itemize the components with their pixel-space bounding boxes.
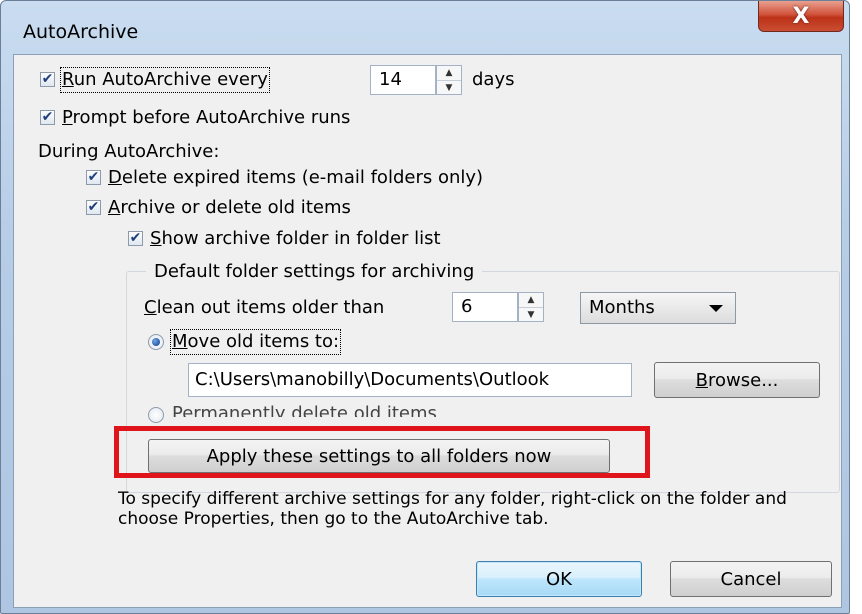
chevron-down-icon[interactable] bbox=[709, 305, 723, 312]
clean-out-unit-select[interactable]: Months bbox=[580, 292, 736, 324]
spin-down-icon[interactable]: ▼ bbox=[519, 307, 543, 322]
close-icon: X bbox=[792, 3, 810, 29]
delete-expired-label[interactable]: Delete expired items (e-mail folders onl… bbox=[108, 167, 483, 189]
group-title: Default folder settings for archiving bbox=[146, 261, 483, 283]
dialog-client-area: ✔ Run AutoArchive every 14 ▲ ▼ days ✔ Pr… bbox=[13, 54, 842, 608]
dialog-title: AutoArchive bbox=[23, 21, 139, 43]
permanently-delete-label[interactable]: Permanently delete old items bbox=[172, 403, 437, 417]
archive-old-checkbox[interactable]: ✔ bbox=[86, 200, 101, 215]
spin-up-icon[interactable]: ▲ bbox=[437, 66, 461, 80]
prompt-before-label[interactable]: Prompt before AutoArchive runs bbox=[62, 107, 350, 129]
spin-up-icon[interactable]: ▲ bbox=[519, 293, 543, 307]
clean-out-label: Clean out items older than bbox=[144, 297, 385, 318]
close-button[interactable]: X bbox=[758, 1, 844, 32]
browse-button[interactable]: Browse... bbox=[654, 362, 820, 398]
archive-old-label[interactable]: Archive or delete old items bbox=[108, 197, 351, 219]
ok-button[interactable]: OK bbox=[476, 561, 642, 597]
autoarchive-dialog: AutoArchive X ✔ Run AutoArchive every 14… bbox=[0, 0, 850, 614]
permanently-delete-radio[interactable] bbox=[148, 407, 164, 423]
unit-select-value: Months bbox=[589, 297, 655, 318]
during-autoarchive-label: During AutoArchive: bbox=[38, 141, 220, 162]
days-unit-label: days bbox=[472, 69, 515, 90]
highlight-annotation-box bbox=[114, 426, 650, 478]
archive-path-input[interactable]: C:\Users\manobilly\Documents\Outlook bbox=[188, 363, 632, 397]
autoarchive-days-spinner[interactable]: ▲ ▼ bbox=[436, 65, 462, 95]
clean-out-value-input[interactable]: 6 bbox=[452, 292, 518, 322]
delete-expired-checkbox[interactable]: ✔ bbox=[86, 170, 101, 185]
run-autoarchive-label[interactable]: Run AutoArchive every bbox=[60, 67, 270, 93]
move-old-items-radio[interactable] bbox=[148, 334, 164, 350]
autoarchive-days-input[interactable]: 14 bbox=[370, 65, 436, 95]
show-archive-folder-label[interactable]: Show archive folder in folder list bbox=[150, 228, 441, 250]
run-autoarchive-checkbox[interactable]: ✔ bbox=[40, 72, 55, 87]
radio-selected-dot bbox=[152, 338, 160, 346]
move-old-items-label[interactable]: Move old items to: bbox=[169, 329, 342, 355]
spin-down-icon[interactable]: ▼ bbox=[437, 80, 461, 95]
show-archive-folder-checkbox[interactable]: ✔ bbox=[128, 231, 143, 246]
cancel-button[interactable]: Cancel bbox=[670, 561, 832, 597]
info-text: To specify different archive settings fo… bbox=[118, 489, 787, 529]
clean-out-spinner[interactable]: ▲ ▼ bbox=[518, 292, 544, 322]
prompt-before-checkbox[interactable]: ✔ bbox=[40, 110, 55, 125]
